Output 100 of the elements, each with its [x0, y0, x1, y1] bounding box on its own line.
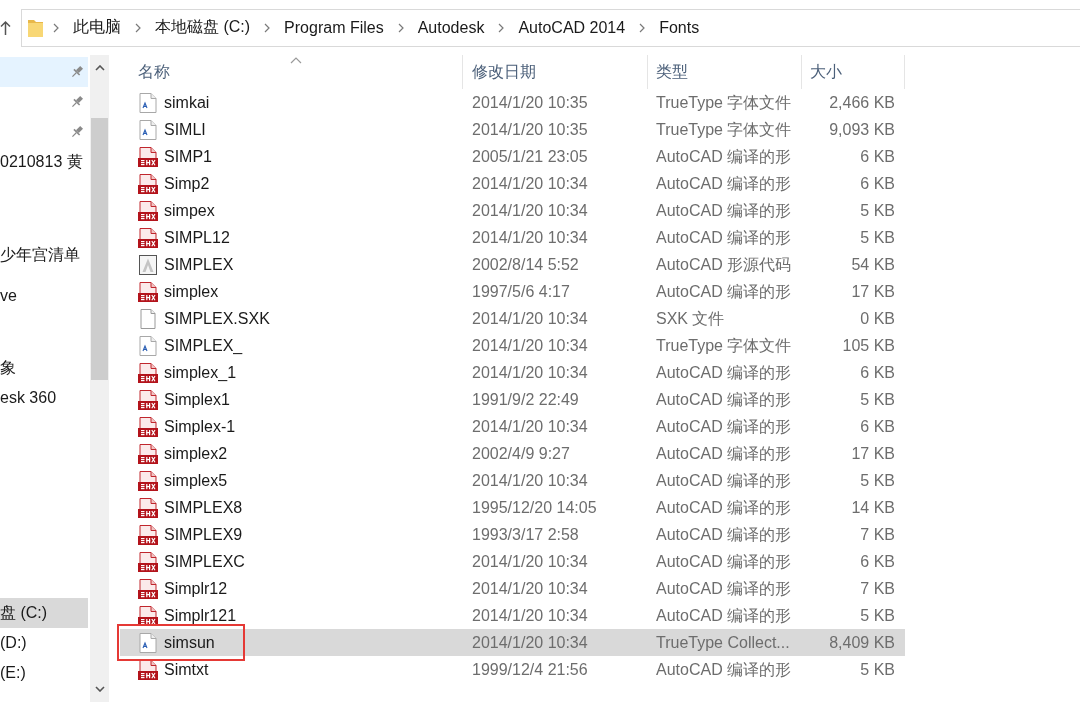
file-row[interactable]: SIMPLEX 2002/8/14 5:52 AutoCAD 形源代码 54 KB — [120, 251, 905, 278]
file-row[interactable]: SIMPLEX8 1995/12/20 14:05 AutoCAD 编译的形 14 KB — [120, 494, 905, 521]
type-cell-text: AutoCAD 编译的形 — [655, 606, 793, 626]
file-row[interactable]: Simplex1 1991/9/2 22:49 AutoCAD 编译的形 5 KB — [120, 386, 905, 413]
file-row[interactable]: SIMP1 2005/1/21 23:05 AutoCAD 编译的形 6 KB — [120, 143, 905, 170]
font-file-icon — [138, 632, 158, 653]
date-cell-text: 1999/12/4 21:56 — [471, 660, 589, 680]
size-cell-text: 7 KB — [859, 525, 896, 545]
shape-file-icon — [138, 362, 158, 383]
file-row[interactable]: Simplr12 2014/1/20 10:34 AutoCAD 编译的形 7 KB — [120, 575, 905, 602]
type-cell-text: AutoCAD 编译的形 — [655, 552, 793, 572]
nav-item[interactable]: 盘 (C:) — [0, 598, 88, 628]
size-cell-text: 2,466 KB — [828, 93, 896, 113]
size-cell-text: 6 KB — [859, 417, 896, 437]
breadcrumb-item[interactable]: 本地磁盘 (C:) — [150, 17, 256, 38]
file-row[interactable]: simplex2 2002/4/9 9:27 AutoCAD 编译的形 17 KB — [120, 440, 905, 467]
file-row[interactable]: simkai 2014/1/20 10:35 TrueType 字体文件 2,466 KB — [120, 89, 905, 116]
shape-file-icon — [138, 551, 158, 572]
date-cell-text: 2014/1/20 10:35 — [471, 93, 589, 113]
caret-down-icon — [94, 686, 105, 692]
file-name: simsun — [164, 633, 215, 652]
breadcrumb-item[interactable]: Autodesk — [412, 18, 490, 37]
date-cell-text: 2014/1/20 10:34 — [471, 336, 589, 356]
file-name: Simplr12 — [164, 579, 228, 598]
nav-item[interactable]: 0210813 黄 — [0, 147, 88, 177]
column-header[interactable]: 修改日期 — [463, 55, 648, 89]
address-bar[interactable]: 此电脑 本地磁盘 (C:) Program Files Autodesk AutoCAD 2014 Fonts — [21, 8, 1080, 47]
chevron-right-icon[interactable] — [264, 22, 271, 33]
size-cell-text: 8,409 KB — [828, 633, 896, 653]
font-file-icon — [138, 119, 158, 140]
date-cell-text: 2014/1/20 10:34 — [471, 471, 589, 491]
file-row[interactable]: Simplex-1 2014/1/20 10:34 AutoCAD 编译的形 6 KB — [120, 413, 905, 440]
type-cell-text: SXK 文件 — [655, 309, 726, 329]
file-row[interactable]: SIMPLEX.SXK 2014/1/20 10:34 SXK 文件 0 KB — [120, 305, 905, 332]
up-arrow-icon[interactable] — [0, 19, 11, 36]
nav-item[interactable]: (E:) — [0, 658, 88, 688]
file-row[interactable]: Simtxt 1999/12/4 21:56 AutoCAD 编译的形 5 KB — [120, 656, 905, 683]
nav-item[interactable]: esk 360 — [0, 383, 88, 413]
file-name: Simplex1 — [164, 390, 230, 409]
file-row[interactable]: SIMPLEX9 1993/3/17 2:58 AutoCAD 编译的形 7 KB — [120, 521, 905, 548]
nav-item[interactable]: 少年宫清单 — [0, 240, 88, 270]
nav-item[interactable]: (D:) — [0, 628, 88, 658]
type-cell-text: AutoCAD 编译的形 — [655, 417, 793, 437]
file-name: Simplex-1 — [164, 417, 236, 436]
shape-file-icon — [138, 470, 158, 491]
breadcrumb-item[interactable]: Fonts — [654, 18, 705, 37]
size-cell-text: 5 KB — [859, 660, 896, 680]
type-cell-text: AutoCAD 编译的形 — [655, 579, 793, 599]
date-cell-text: 2014/1/20 10:34 — [471, 228, 589, 248]
scrollbar-track[interactable] — [90, 55, 109, 702]
chevron-right-icon[interactable] — [135, 22, 141, 33]
breadcrumb-item[interactable]: 此电脑 — [68, 17, 126, 38]
type-cell-text: AutoCAD 编译的形 — [655, 498, 793, 518]
type-cell-text: AutoCAD 编译的形 — [655, 471, 793, 491]
file-name: Simplr121 — [164, 606, 237, 625]
file-row[interactable]: simplex 1997/5/6 4:17 AutoCAD 编译的形 17 KB — [120, 278, 905, 305]
file-row[interactable]: Simplr121 2014/1/20 10:34 AutoCAD 编译的形 5 KB — [120, 602, 905, 629]
date-cell-text: 2014/1/20 10:34 — [471, 579, 589, 599]
nav-item[interactable]: ve — [0, 281, 88, 311]
file-row[interactable]: simplex5 2014/1/20 10:34 AutoCAD 编译的形 5 KB — [120, 467, 905, 494]
chevron-right-icon[interactable] — [498, 22, 505, 33]
file-row[interactable]: SIMPLEX_ 2014/1/20 10:34 TrueType 字体文件 105 KB — [120, 332, 905, 359]
type-cell-text: AutoCAD 编译的形 — [655, 390, 793, 410]
column-header[interactable]: 名称 — [120, 55, 463, 89]
date-cell-text: 2002/4/9 9:27 — [471, 444, 571, 464]
breadcrumb-item[interactable]: AutoCAD 2014 — [513, 18, 631, 37]
size-cell-text: 5 KB — [859, 606, 896, 626]
size-cell-text: 5 KB — [859, 390, 896, 410]
column-header[interactable]: 类型 — [648, 55, 802, 89]
folder-icon — [27, 17, 44, 38]
file-row[interactable]: Simp2 2014/1/20 10:34 AutoCAD 编译的形 6 KB — [120, 170, 905, 197]
size-cell-text: 5 KB — [859, 201, 896, 221]
file-row[interactable]: simpex 2014/1/20 10:34 AutoCAD 编译的形 5 KB — [120, 197, 905, 224]
scrollbar-thumb[interactable] — [91, 118, 108, 380]
file-row[interactable]: SIMPL12 2014/1/20 10:34 AutoCAD 编译的形 5 KB — [120, 224, 905, 251]
pin-icon[interactable] — [70, 95, 84, 109]
file-name: simplex2 — [164, 444, 228, 463]
file-row[interactable]: SIMPLEXC 2014/1/20 10:34 AutoCAD 编译的形 6 KB — [120, 548, 905, 575]
font-file-icon — [138, 335, 158, 356]
file-name: SIMPLEX9 — [164, 525, 243, 544]
date-cell-text: 1995/12/20 14:05 — [471, 498, 598, 518]
date-cell-text: 1997/5/6 4:17 — [471, 282, 571, 302]
nav-item[interactable]: 象 — [0, 353, 88, 383]
source-file-icon — [138, 254, 158, 275]
column-header[interactable]: 大小 — [802, 55, 905, 89]
size-cell-text: 6 KB — [859, 363, 896, 383]
pin-icon[interactable] — [70, 65, 84, 79]
chevron-right-icon[interactable] — [639, 22, 646, 33]
file-row[interactable]: SIMLI 2014/1/20 10:35 TrueType 字体文件 9,093 KB — [120, 116, 905, 143]
type-cell-text: AutoCAD 编译的形 — [655, 444, 793, 464]
chevron-right-icon[interactable] — [53, 22, 59, 33]
file-row[interactable]: simsun 2014/1/20 10:34 TrueType Collect... 8,409 KB — [120, 629, 905, 656]
shape-file-icon — [138, 173, 158, 194]
file-name: SIMPLEXC — [164, 552, 245, 571]
chevron-right-icon[interactable] — [397, 22, 404, 33]
file-row[interactable]: simplex_1 2014/1/20 10:34 AutoCAD 编译的形 6 KB — [120, 359, 905, 386]
breadcrumb-item[interactable]: Program Files — [279, 18, 389, 37]
size-cell-text: 5 KB — [859, 471, 896, 491]
type-cell-text: AutoCAD 编译的形 — [655, 282, 793, 302]
pin-icon[interactable] — [70, 125, 84, 139]
